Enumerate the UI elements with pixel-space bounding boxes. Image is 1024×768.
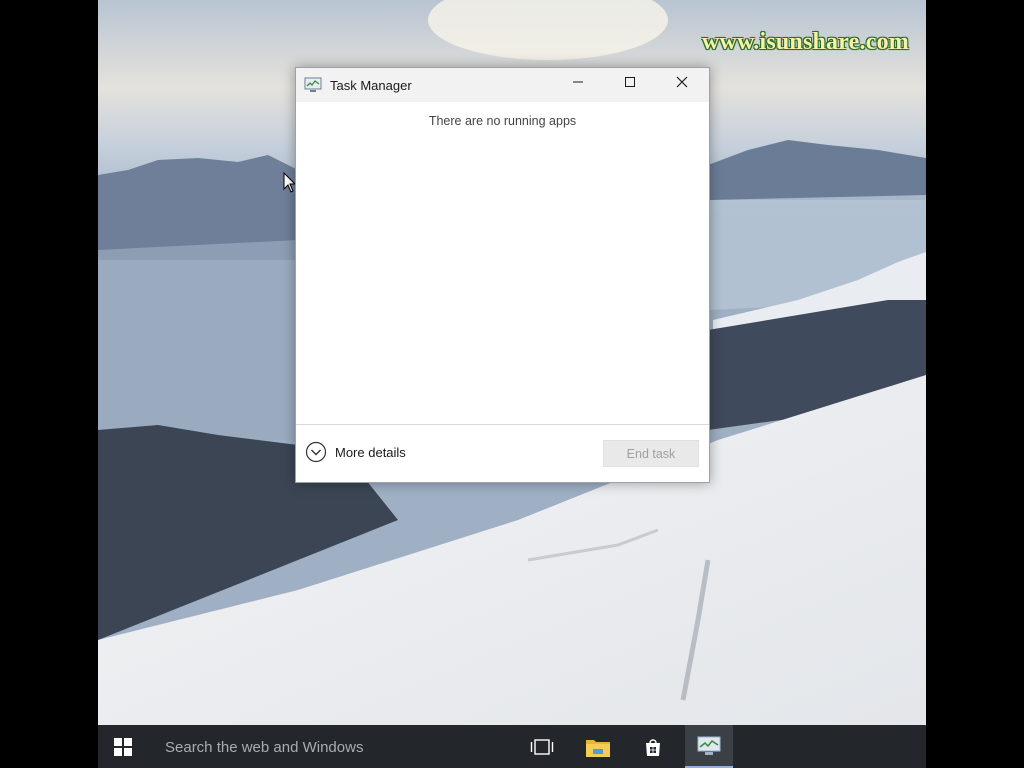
store-icon xyxy=(646,738,660,756)
store-button[interactable] xyxy=(629,725,677,768)
watermark-text: www.isunshare.com xyxy=(702,29,909,55)
close-button[interactable] xyxy=(659,68,705,96)
title-bar[interactable]: Task Manager xyxy=(296,68,709,102)
close-icon xyxy=(676,76,688,88)
task-view-button[interactable] xyxy=(518,725,566,768)
more-details-button[interactable]: More details xyxy=(305,441,406,463)
no-running-apps-message: There are no running apps xyxy=(428,114,577,128)
window-footer: More details End task xyxy=(296,425,709,482)
task-manager-icon xyxy=(304,77,322,92)
file-explorer-button[interactable] xyxy=(574,725,622,768)
more-details-label: More details xyxy=(335,444,406,460)
search-placeholder: Search the web and Windows xyxy=(165,739,364,756)
windows-logo-icon xyxy=(114,737,132,756)
maximize-icon xyxy=(625,77,635,87)
end-task-button[interactable]: End task xyxy=(603,440,699,467)
window-title: Task Manager xyxy=(330,78,412,93)
folder-icon xyxy=(586,739,610,757)
minimize-icon xyxy=(573,81,583,83)
chevron-down-icon xyxy=(305,441,327,463)
taskbar: Search the web and Windows xyxy=(98,725,926,768)
task-manager-icon xyxy=(697,736,721,755)
start-button[interactable] xyxy=(98,725,148,768)
desktop: www.isunshare.com Task Manager There are… xyxy=(98,0,926,768)
search-box[interactable]: Search the web and Windows xyxy=(148,725,518,768)
task-manager-taskbar-button[interactable] xyxy=(685,725,733,768)
minimize-button[interactable] xyxy=(555,68,601,96)
task-view-icon xyxy=(530,738,554,755)
task-manager-window[interactable]: Task Manager There are no running apps M… xyxy=(295,67,710,483)
maximize-button[interactable] xyxy=(607,68,653,96)
